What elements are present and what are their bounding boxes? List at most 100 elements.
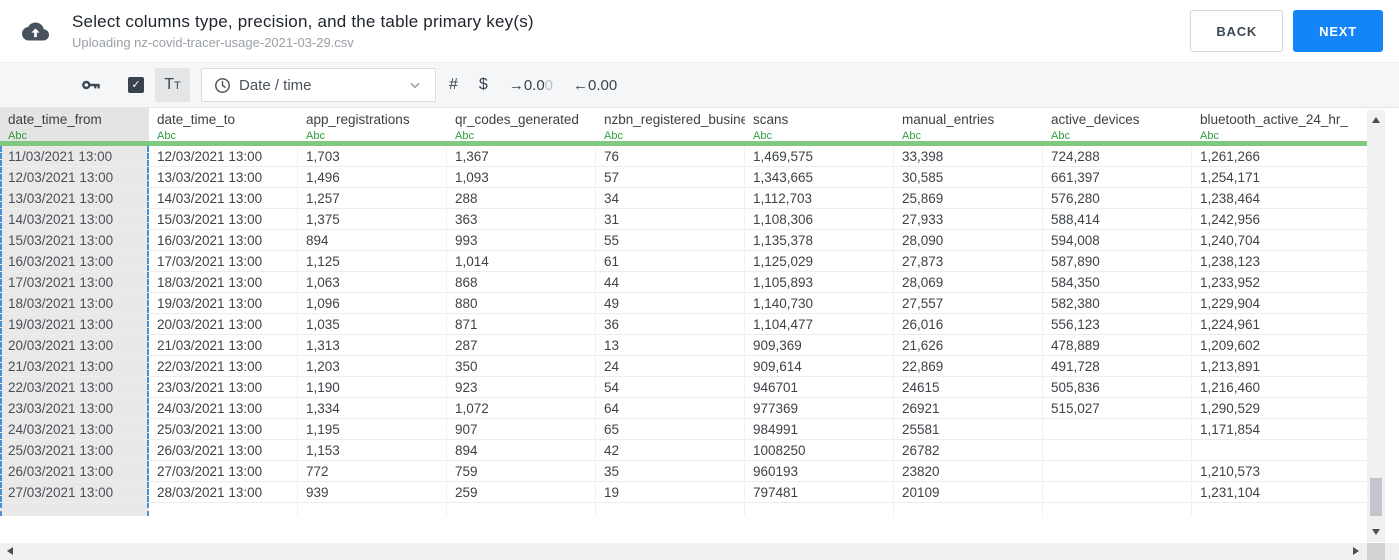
table-cell: 1,035 (298, 314, 447, 334)
column-header[interactable]: active_devices Abc (1043, 108, 1192, 141)
table-cell: 24/03/2021 13:00 (149, 398, 298, 418)
table-cell: 65 (596, 419, 745, 439)
currency-type-button[interactable]: $ (479, 76, 488, 94)
table-cell: 1,105,893 (745, 272, 894, 292)
table-cell: 22/03/2021 13:00 (0, 377, 149, 397)
table-cell: 1,703 (298, 146, 447, 166)
table-cell: 25/03/2021 13:00 (149, 419, 298, 439)
table-row: 22/03/2021 13:00 23/03/2021 13:00 1,190 923… (0, 377, 1367, 398)
wizard-actions: BACK NEXT (1190, 10, 1383, 52)
scroll-right-icon[interactable] (1353, 547, 1359, 555)
table-cell (1192, 440, 1367, 460)
table-cell: 14/03/2021 13:00 (149, 188, 298, 208)
csv-import-wizard: Select columns type, precision, and the … (0, 0, 1399, 560)
table-cell: 26782 (894, 440, 1043, 460)
table-cell: 55 (596, 230, 745, 250)
column-type-toolbar: ✓ Tt Date / time # $ →0.00 ←0.00 (0, 62, 1399, 108)
table-cell: 939 (298, 482, 447, 502)
table-cell: 1,469,575 (745, 146, 894, 166)
table-cell: 909,614 (745, 356, 894, 376)
page-title: Select columns type, precision, and the … (72, 12, 534, 31)
vertical-scrollbar[interactable] (1367, 110, 1385, 542)
table-cell: 960193 (745, 461, 894, 481)
column-name: scans (753, 112, 789, 127)
scroll-left-icon[interactable] (7, 547, 13, 555)
next-button[interactable]: NEXT (1293, 10, 1383, 52)
table-cell: 1,209,602 (1200, 338, 1261, 353)
table-cell: 1,203 (298, 356, 447, 376)
table-cell (1043, 419, 1192, 439)
table-cell: 15/03/2021 13:00 (0, 230, 149, 250)
table-cell: 759 (447, 461, 596, 481)
right-arrow-icon: → (508, 76, 524, 94)
number-type-button[interactable]: # (449, 76, 458, 94)
include-column-checkbox[interactable]: ✓ (128, 77, 144, 93)
column-header[interactable]: manual_entries Abc (894, 108, 1043, 141)
table-cell: 1,014 (447, 251, 596, 271)
table-cell: 582,380 (1043, 293, 1192, 313)
table-cell: 505,836 (1043, 377, 1192, 397)
table-cell: 31 (596, 209, 745, 229)
column-header[interactable]: qr_codes_generated Abc (447, 108, 596, 141)
table-cell: 1,224,961 (1200, 317, 1261, 332)
table-cell: 61 (596, 251, 745, 271)
table-cell: 23/03/2021 13:00 (0, 398, 149, 418)
vertical-scroll-thumb[interactable] (1370, 478, 1382, 516)
table-cell: 21/03/2021 13:00 (149, 335, 298, 355)
table-cell: 24 (596, 356, 745, 376)
table-cell: 1,290,529 (1200, 401, 1261, 416)
table-cell: 20109 (894, 482, 1043, 502)
increase-precision-button[interactable]: →0.00 (509, 77, 553, 94)
table-cell: 19 (596, 482, 745, 502)
table-cell: 1,334 (298, 398, 447, 418)
column-header[interactable]: scans Abc (745, 108, 894, 141)
table-cell: 26/03/2021 13:00 (0, 461, 149, 481)
table-cell: 1,213,891 (1200, 359, 1261, 374)
table-cell: 36 (596, 314, 745, 334)
scroll-down-icon[interactable] (1372, 529, 1380, 535)
column-header[interactable]: date_time_from Abc (0, 108, 149, 141)
table-cell: 1,125,029 (745, 251, 894, 271)
column-header[interactable]: bluetooth_active_24_hr_ Abc (1192, 108, 1367, 141)
table-cell: 1,190 (298, 377, 447, 397)
table-cell: 13/03/2021 13:00 (0, 188, 149, 208)
column-type-select[interactable]: Date / time (201, 68, 436, 102)
table-cell: 661,397 (1043, 167, 1192, 187)
table-cell: 25581 (894, 419, 1043, 439)
table-cell (1043, 440, 1192, 460)
table-cell: 33,398 (894, 146, 1043, 166)
table-cell (1043, 461, 1192, 481)
column-header[interactable]: app_registrations Abc (298, 108, 447, 141)
table-cell: 772 (298, 461, 447, 481)
decrease-precision-button[interactable]: ←0.00 (573, 77, 617, 94)
table-cell: 12/03/2021 13:00 (0, 167, 149, 187)
table-row: 25/03/2021 13:00 26/03/2021 13:00 1,153 894… (0, 440, 1367, 461)
table-cell: 350 (447, 356, 596, 376)
table-cell: 1,261,266 (1200, 149, 1261, 164)
table-cell: 17/03/2021 13:00 (149, 251, 298, 271)
column-header[interactable]: nzbn_registered_busine Abc (596, 108, 745, 141)
table-cell: 1,104,477 (745, 314, 894, 334)
back-button[interactable]: BACK (1190, 10, 1284, 52)
table-cell: 894 (447, 440, 596, 460)
table-cell: 27/03/2021 13:00 (0, 482, 149, 502)
horizontal-scrollbar[interactable] (0, 543, 1399, 560)
table-cell: 35 (596, 461, 745, 481)
table-cell: 11/03/2021 13:00 (0, 146, 149, 166)
table-cell: 19/03/2021 13:00 (149, 293, 298, 313)
left-arrow-icon: ← (573, 76, 589, 94)
table-cell: 25,869 (894, 188, 1043, 208)
table-cell: 584,350 (1043, 272, 1192, 292)
table-cell: 25/03/2021 13:00 (0, 440, 149, 460)
scroll-up-icon[interactable] (1372, 117, 1380, 123)
table-cell: 868 (447, 272, 596, 292)
column-header[interactable]: date_time_to Abc (149, 108, 298, 141)
table-cell: 21,626 (894, 335, 1043, 355)
table-cell: 42 (596, 440, 745, 460)
column-name: manual_entries (902, 112, 995, 127)
table-cell: 24615 (894, 377, 1043, 397)
uploading-file-status: Uploading nz-covid-tracer-usage-2021-03-… (72, 35, 354, 50)
table-cell: 18/03/2021 13:00 (149, 272, 298, 292)
text-type-button[interactable]: Tt (155, 68, 190, 102)
table-row: 16/03/2021 13:00 17/03/2021 13:00 1,125 1,0… (0, 251, 1367, 272)
